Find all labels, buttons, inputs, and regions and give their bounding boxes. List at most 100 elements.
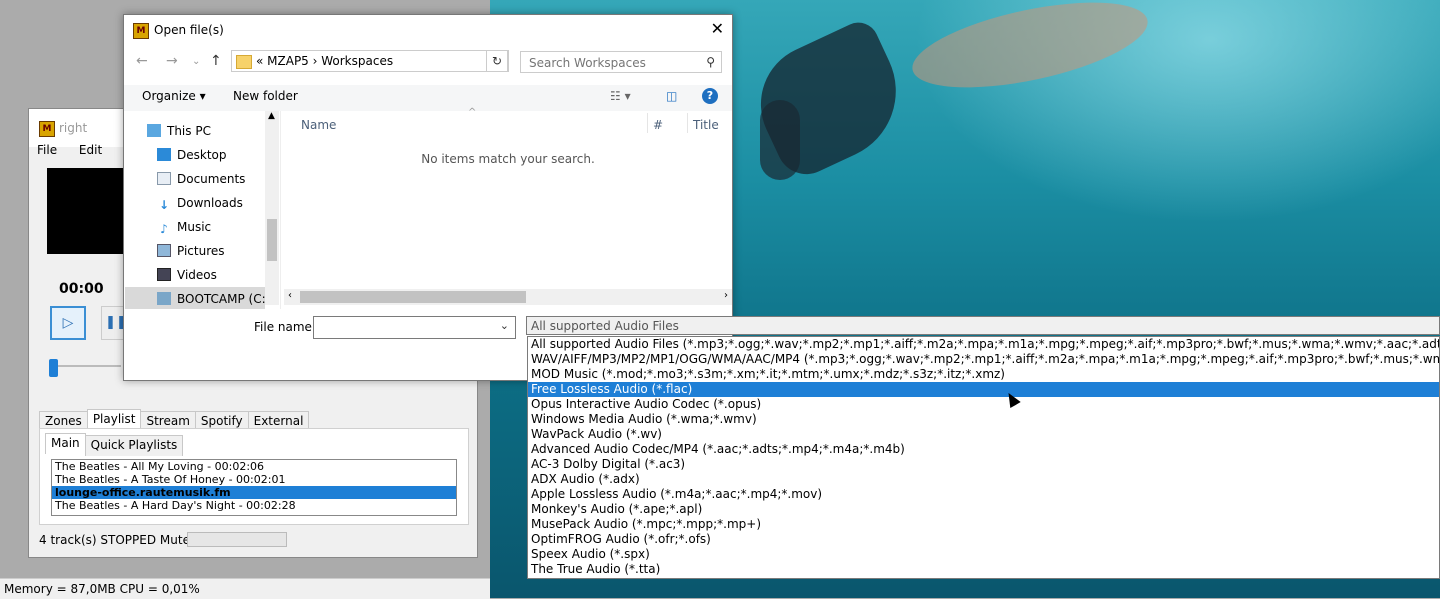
nav-label: Pictures <box>177 244 225 258</box>
file-type-option-highlighted[interactable]: Free Lossless Audio (*.flac) <box>528 382 1439 397</box>
file-type-option[interactable]: AC-3 Dolby Digital (*.ac3) <box>528 457 1439 472</box>
column-name[interactable]: Name <box>301 118 336 132</box>
player-title: right <box>59 121 88 135</box>
documents-icon <box>157 172 171 185</box>
file-type-option[interactable]: Apple Lossless Audio (*.m4a;*.aac;*.mp4;… <box>528 487 1439 502</box>
file-name-combobox[interactable]: ⌄ <box>313 316 516 339</box>
nav-scrollbar[interactable]: ▲ <box>265 111 279 305</box>
file-type-option[interactable]: All supported Audio Files (*.mp3;*.ogg;*… <box>528 337 1439 352</box>
breadcrumb[interactable]: « MZAP5 › Workspaces <box>256 54 393 68</box>
close-icon[interactable]: ✕ <box>711 19 724 38</box>
file-name-dropdown-icon[interactable]: ⌄ <box>500 319 509 332</box>
dialog-app-icon: M <box>133 23 149 39</box>
nav-label: Desktop <box>177 148 227 162</box>
search-icon: ⚲ <box>706 55 715 69</box>
file-type-option[interactable]: Speex Audio (*.spx) <box>528 547 1439 562</box>
forward-icon[interactable]: → <box>166 53 178 69</box>
file-type-selected: All supported Audio Files <box>531 319 679 333</box>
playlist-item[interactable]: The Beatles - A Taste Of Honey - 00:02:0… <box>52 473 456 486</box>
downloads-icon: ↓ <box>158 198 170 212</box>
nav-desktop[interactable]: Desktop <box>157 148 227 162</box>
search-box[interactable]: ⚲ <box>520 51 722 73</box>
file-type-option[interactable]: WavPack Audio (*.wv) <box>528 427 1439 442</box>
subtab-main[interactable]: Main <box>45 433 86 454</box>
nav-this-pc[interactable]: This PC <box>147 124 211 138</box>
scroll-up-icon[interactable]: ▲ <box>268 111 275 121</box>
dialog-title: Open file(s) <box>154 23 224 37</box>
file-type-dropdown-list[interactable]: All supported Audio Files (*.mp3;*.ogg;*… <box>527 336 1440 579</box>
playlist-item[interactable]: The Beatles - A Hard Day's Night - 00:02… <box>52 499 456 512</box>
playlist-list[interactable]: The Beatles - All My Loving - 00:02:06 T… <box>51 459 457 516</box>
nav-music[interactable]: ♪ Music <box>157 220 211 236</box>
file-type-select[interactable]: All supported Audio Files <box>526 316 1440 335</box>
recent-dropdown-icon[interactable]: ⌄ <box>192 56 200 67</box>
back-icon[interactable]: ← <box>136 53 148 69</box>
file-type-option[interactable]: MusePack Audio (*.mpc;*.mpp;*.mp+) <box>528 517 1439 532</box>
file-type-option[interactable]: Monkey's Audio (*.ape;*.apl) <box>528 502 1439 517</box>
nav-scroll-thumb[interactable] <box>267 219 277 261</box>
desktop-icon <box>157 148 171 161</box>
file-name-label: File name: <box>254 320 316 334</box>
computer-icon <box>147 124 161 137</box>
preview-pane-icon[interactable]: ◫ <box>666 89 677 103</box>
nav-label: BOOTCAMP (C:) <box>177 292 271 306</box>
file-type-option[interactable]: Windows Media Audio (*.wma;*.wmv) <box>528 412 1439 427</box>
scroll-left-icon[interactable]: ‹ <box>288 290 292 301</box>
help-icon[interactable]: ? <box>702 88 718 104</box>
seek-track[interactable] <box>51 365 121 367</box>
playlist-item[interactable]: The Beatles - All My Loving - 00:02:06 <box>52 460 456 473</box>
play-button[interactable]: ▷ <box>50 306 86 340</box>
column-headers: Name ^ # Title <box>284 107 732 135</box>
file-type-option[interactable]: MOD Music (*.mod;*.mo3;*.s3m;*.xm;*.it;*… <box>528 367 1439 382</box>
nav-downloads[interactable]: ↓ Downloads <box>157 196 243 212</box>
new-folder-button[interactable]: New folder <box>233 89 298 103</box>
music-icon: ♪ <box>160 222 168 236</box>
file-type-option[interactable]: The True Audio (*.tta) <box>528 562 1439 577</box>
column-divider <box>647 113 648 133</box>
refresh-icon[interactable]: ↻ <box>486 50 508 72</box>
nav-bootcamp[interactable]: BOOTCAMP (C:) <box>125 287 270 309</box>
tab-playlist[interactable]: Playlist <box>86 409 142 430</box>
column-number[interactable]: # <box>653 118 663 132</box>
nav-label: This PC <box>167 124 211 138</box>
file-type-option[interactable]: ADX Audio (*.adx) <box>528 472 1439 487</box>
nav-label: Videos <box>177 268 217 282</box>
organize-button[interactable]: Organize ▾ <box>142 89 206 103</box>
file-type-option[interactable]: Opus Interactive Audio Codec (*.opus) <box>528 397 1439 412</box>
column-title[interactable]: Title <box>693 118 719 132</box>
wallpaper-fin <box>905 0 1155 105</box>
menu-file[interactable]: File <box>37 143 57 157</box>
playlist-item-selected[interactable]: lounge-office.rautemusik.fm <box>52 486 456 499</box>
horizontal-scroll-thumb[interactable] <box>300 291 526 303</box>
wallpaper-diver-arm <box>760 100 800 180</box>
menu-edit[interactable]: Edit <box>79 143 102 157</box>
app-logo-icon: M <box>39 121 55 137</box>
player-status: 4 track(s) STOPPED Muted <box>39 533 198 547</box>
nav-pictures[interactable]: Pictures <box>157 244 225 258</box>
time-display: 00:00 <box>59 281 104 297</box>
seek-thumb[interactable] <box>49 359 58 377</box>
up-icon[interactable]: ↑ <box>210 53 222 69</box>
nav-documents[interactable]: Documents <box>157 172 245 186</box>
horizontal-scrollbar[interactable]: ‹ › <box>284 289 732 305</box>
subtab-quick-playlists[interactable]: Quick Playlists <box>84 435 184 456</box>
pictures-icon <box>157 244 171 257</box>
nav-videos[interactable]: Videos <box>157 268 217 282</box>
view-options-icon[interactable]: ☷ ▾ <box>610 89 631 103</box>
file-type-option[interactable]: Advanced Audio Codec/MP4 (*.aac;*.adts;*… <box>528 442 1439 457</box>
nav-label: Downloads <box>177 196 243 210</box>
videos-icon <box>157 268 171 281</box>
file-type-option[interactable]: WAV/AIFF/MP3/MP2/MP1/OGG/WMA/AAC/MP4 (*.… <box>528 352 1439 367</box>
folder-icon <box>236 55 252 69</box>
memory-statusbar: Memory = 87,0MB CPU = 0,01% <box>0 578 490 599</box>
memory-text: Memory = 87,0MB CPU = 0,01% <box>4 582 200 596</box>
empty-message: No items match your search. <box>421 152 595 166</box>
file-type-option[interactable]: OptimFROG Audio (*.ofr;*.ofs) <box>528 532 1439 547</box>
nav-label: Music <box>177 220 212 234</box>
address-bar[interactable]: « MZAP5 › Workspaces ⌄ <box>231 50 509 72</box>
column-divider <box>687 113 688 133</box>
status-progress-bar <box>187 532 287 547</box>
search-input[interactable] <box>527 55 701 71</box>
scroll-right-icon[interactable]: › <box>724 290 728 301</box>
navigation-pane: This PC Desktop Documents ↓ Downloads ♪ Mu… <box>125 111 281 309</box>
